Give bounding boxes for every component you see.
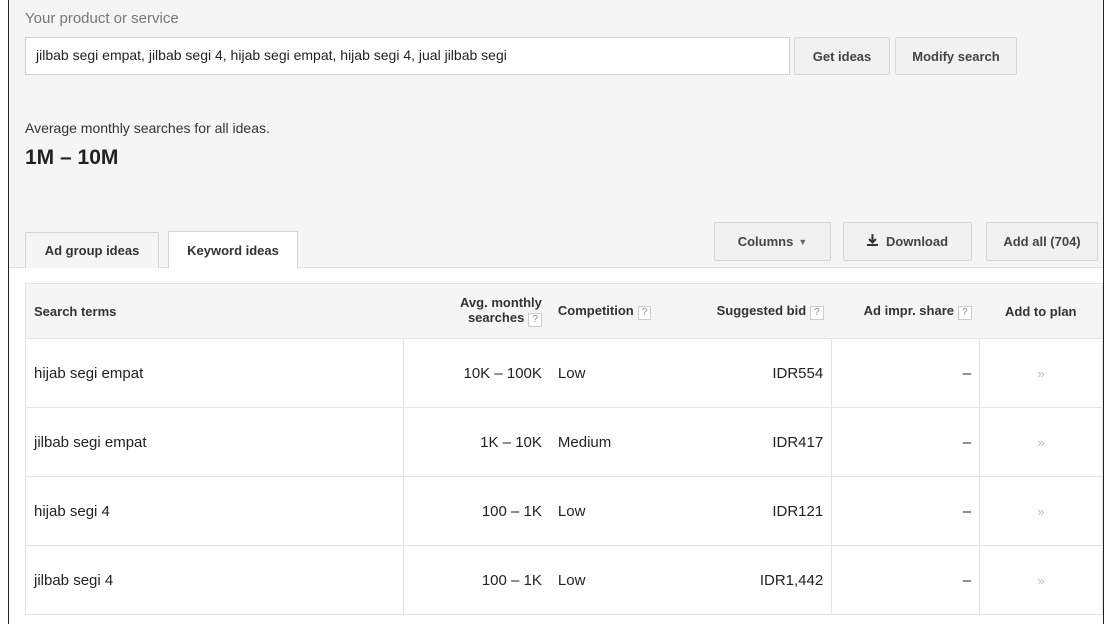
- table-row: jilbab segi empat 1K – 10K Medium IDR417…: [25, 407, 1103, 477]
- header-add-to-plan: Add to plan: [979, 283, 1103, 339]
- ad-impr-share: –: [831, 476, 981, 546]
- search-term: hijab segi empat: [25, 338, 404, 408]
- avg-monthly-searches: 1K – 10K: [403, 407, 550, 477]
- competition: Low: [549, 476, 695, 546]
- keyword-ideas-table: Search terms Avg. monthly searches? Comp…: [25, 283, 1103, 615]
- help-icon[interactable]: ?: [528, 313, 542, 327]
- header-avg-line1: Avg. monthly: [460, 295, 542, 310]
- suggested-bid: IDR417: [694, 407, 833, 477]
- header-avg-line2: searches: [467, 310, 525, 325]
- table-header-row: Search terms Avg. monthly searches? Comp…: [25, 283, 1103, 339]
- avg-searches-value: 1M – 10M: [25, 146, 119, 169]
- header-suggested-bid[interactable]: Suggested bid?: [694, 283, 832, 339]
- suggested-bid: IDR554: [694, 338, 833, 408]
- search-term: hijab segi 4: [25, 476, 404, 546]
- competition: Medium: [549, 407, 695, 477]
- ad-impr-share: –: [831, 545, 981, 615]
- header-impr-label: Ad impr. share: [863, 302, 954, 318]
- help-icon[interactable]: ?: [637, 305, 652, 320]
- avg-monthly-searches: 100 – 1K: [403, 476, 550, 546]
- search-term: jilbab segi 4: [25, 545, 404, 615]
- table-row: hijab segi empat 10K – 100K Low IDR554 –…: [25, 338, 1103, 408]
- table-row: jilbab segi 4 100 – 1K Low IDR1,442 – »: [25, 545, 1103, 615]
- help-icon[interactable]: ?: [957, 305, 972, 320]
- download-label: Download: [885, 234, 949, 249]
- header-search-terms[interactable]: Search terms: [25, 283, 404, 339]
- product-search-input[interactable]: jilbab segi empat, jilbab segi 4, hijab …: [25, 37, 790, 75]
- keyword-planner-panel: Your product or service jilbab segi empa…: [8, 0, 1104, 624]
- avg-monthly-searches: 10K – 100K: [403, 338, 550, 408]
- avg-searches-label: Average monthly searches for all ideas.: [25, 120, 270, 136]
- tab-keyword-ideas[interactable]: Keyword ideas: [168, 231, 298, 269]
- header-competition-label: Competition: [557, 302, 634, 318]
- search-term: jilbab segi empat: [25, 407, 404, 477]
- ad-impr-share: –: [831, 407, 981, 477]
- competition: Low: [549, 338, 695, 408]
- product-label: Your product or service: [25, 10, 179, 27]
- header-avg-monthly-searches[interactable]: Avg. monthly searches?: [403, 283, 550, 339]
- columns-button[interactable]: Columns ▼: [714, 222, 831, 261]
- modify-search-button[interactable]: Modify search: [895, 37, 1017, 75]
- add-to-plan-icon[interactable]: »: [979, 545, 1103, 615]
- caret-down-icon: ▼: [798, 236, 808, 247]
- columns-label: Columns: [737, 234, 794, 249]
- ad-impr-share: –: [831, 338, 981, 408]
- suggested-bid: IDR121: [694, 476, 833, 546]
- add-all-button[interactable]: Add all (704): [986, 222, 1098, 261]
- header-ad-impr-share[interactable]: Ad impr. share?: [831, 283, 980, 339]
- avg-monthly-searches: 100 – 1K: [403, 545, 550, 615]
- suggested-bid: IDR1,442: [694, 545, 833, 615]
- competition: Low: [549, 545, 695, 615]
- add-to-plan-icon[interactable]: »: [979, 476, 1103, 546]
- download-icon: [866, 234, 878, 249]
- get-ideas-button[interactable]: Get ideas: [794, 37, 890, 75]
- add-to-plan-icon[interactable]: »: [979, 407, 1103, 477]
- add-to-plan-icon[interactable]: »: [979, 338, 1103, 408]
- table-row: hijab segi 4 100 – 1K Low IDR121 – »: [25, 476, 1103, 546]
- help-icon[interactable]: ?: [810, 305, 824, 320]
- tab-ad-group-ideas[interactable]: Ad group ideas: [25, 232, 159, 268]
- header-competition[interactable]: Competition?: [549, 283, 695, 339]
- search-header: Your product or service jilbab segi empa…: [9, 0, 1103, 269]
- download-button[interactable]: Download: [843, 222, 972, 261]
- header-bid-label: Suggested bid: [716, 302, 807, 318]
